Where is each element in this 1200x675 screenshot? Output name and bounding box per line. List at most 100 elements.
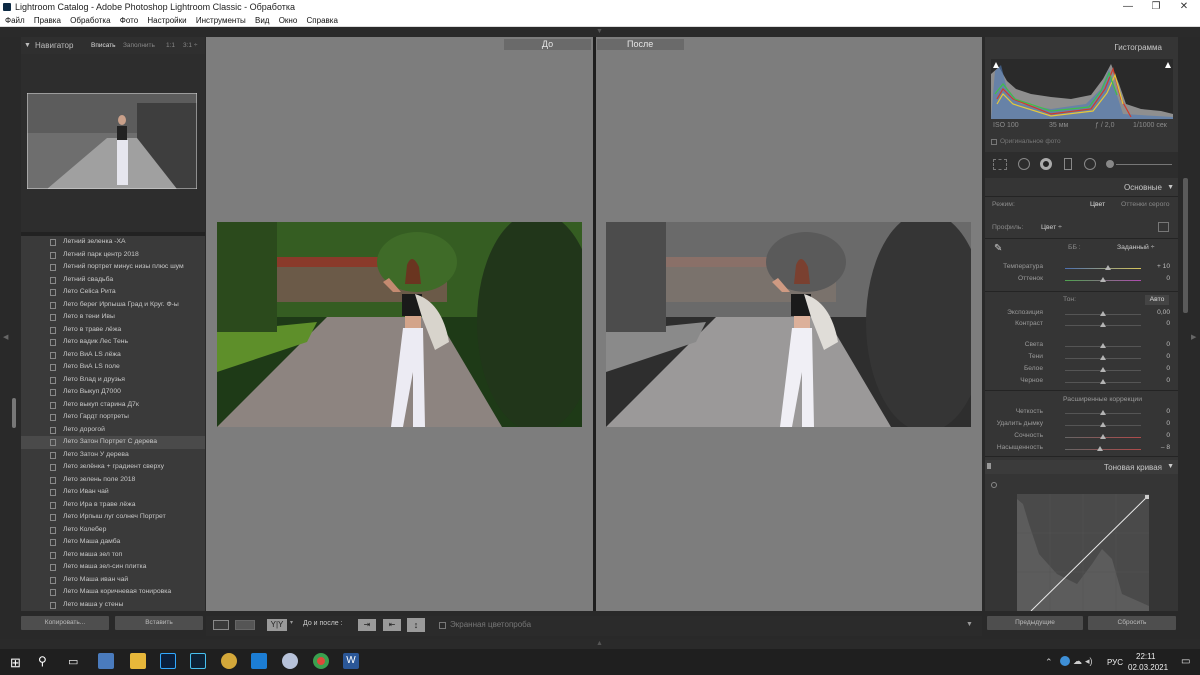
menu-develop[interactable]: Обработка [70, 16, 110, 25]
minimize-icon[interactable]: — [1115, 0, 1141, 14]
slider-knob[interactable] [1100, 322, 1106, 327]
menu-settings[interactable]: Настройки [147, 16, 186, 25]
paint-icon[interactable] [282, 653, 298, 669]
basic-collapse-icon[interactable]: ▼ [1167, 182, 1174, 194]
preset-item[interactable]: Лето Иван чай [21, 486, 205, 499]
close-icon[interactable]: ✕ [1171, 0, 1197, 14]
preset-item[interactable]: Лето в траве лёжа [21, 324, 205, 337]
profile-dropdown[interactable]: Цвет ÷ [1041, 224, 1062, 231]
menu-photo[interactable]: Фото [120, 16, 138, 25]
preset-item[interactable]: Лето Выкуп Д7000 [21, 386, 205, 399]
eyedropper-icon[interactable]: ✎ [994, 243, 1004, 257]
search-icon[interactable]: ⚲ [38, 654, 47, 668]
left-scrollbar[interactable] [12, 398, 16, 428]
left-panel-toggle-icon[interactable]: ◀ [3, 333, 8, 341]
preset-item[interactable]: Лето Ирпыш луг солнеч Портрет [21, 511, 205, 524]
side-by-side-view-icon[interactable] [235, 620, 255, 630]
target-adjust-icon[interactable] [991, 482, 997, 488]
nav-fit[interactable]: Вписать [91, 37, 116, 54]
swap-icon[interactable]: ↕ [407, 618, 425, 632]
slider-row[interactable]: Удалить дымку 0 [985, 420, 1178, 431]
preset-item[interactable]: Лето Маша иван чай [21, 574, 205, 587]
preset-item[interactable]: Лето ВиА LS лёжа [21, 349, 205, 362]
tray-app-icon[interactable] [1060, 656, 1070, 666]
preset-item[interactable]: Лето Затон У дерева [21, 449, 205, 462]
before-photo[interactable] [217, 222, 582, 427]
slider-row[interactable]: Экспозиция 0,00 [985, 309, 1178, 320]
slider-row[interactable]: Белое 0 [985, 365, 1178, 376]
preset-item[interactable]: Лето дорогой [21, 424, 205, 437]
language-indicator[interactable]: РУС [1107, 658, 1123, 667]
slider-value[interactable]: 0 [1166, 353, 1170, 360]
preset-item[interactable]: Лето Гардт портреты [21, 411, 205, 424]
after-photo[interactable] [606, 222, 971, 427]
bottom-panel-toggle-icon[interactable]: ▲ [596, 640, 603, 647]
file-explorer-icon[interactable] [130, 653, 146, 669]
slider-knob[interactable] [1104, 265, 1111, 270]
slider-knob[interactable] [1100, 367, 1106, 372]
loupe-view-icon[interactable] [213, 620, 229, 630]
mode-bw-button[interactable]: Оттенки серого [1121, 201, 1169, 208]
preset-item[interactable]: Лето маша у стены [21, 599, 205, 612]
wb-dropdown[interactable]: Заданный ÷ [1117, 244, 1154, 251]
preset-item[interactable]: Лето зелень поле 2018 [21, 474, 205, 487]
preset-item[interactable]: Лето Затон Портрет С дерева [21, 436, 205, 449]
view-mode-dropdown-icon[interactable]: ▾ [290, 619, 293, 626]
notifications-icon[interactable]: ▭ [1181, 656, 1190, 667]
preset-item[interactable]: Летний свадьба [21, 274, 205, 287]
slider-row[interactable]: Черное 0 [985, 377, 1178, 388]
slider-knob[interactable] [1100, 343, 1106, 348]
copy-before-to-after-icon[interactable]: ⇥ [358, 619, 376, 631]
preset-item[interactable]: Лето ВиА LS поле [21, 361, 205, 374]
preset-item[interactable]: Лето маша зел топ [21, 549, 205, 562]
clock-date[interactable]: 02.03.2021 [1128, 663, 1168, 672]
profile-browser-icon[interactable] [1158, 222, 1169, 232]
slider-track[interactable] [1065, 268, 1141, 269]
before-after-yy-button[interactable]: Y|Y [267, 619, 287, 631]
slider-knob[interactable] [1100, 311, 1106, 316]
radial-filter-icon[interactable] [1084, 158, 1096, 170]
panel-switch-icon[interactable] [987, 463, 991, 469]
media-player-icon[interactable] [221, 653, 237, 669]
volume-icon[interactable]: ◂) [1085, 656, 1093, 667]
graduated-filter-icon[interactable] [1064, 158, 1072, 170]
slider-row[interactable]: Оттенок 0 [985, 275, 1178, 286]
toolbar-menu-icon[interactable]: ▼ [966, 621, 973, 628]
slider-value[interactable]: 0 [1166, 320, 1170, 327]
slider-knob[interactable] [1100, 379, 1106, 384]
copy-after-to-before-icon[interactable]: ⇤ [383, 619, 401, 631]
preset-item[interactable]: Лето Маша дамба [21, 536, 205, 549]
notepad-icon[interactable] [98, 653, 114, 669]
tone-curve-header[interactable]: Тоновая кривая ▼ [985, 460, 1178, 474]
preset-item[interactable]: Лето берег Ирпыша Град и Круг. Ф-ы [21, 299, 205, 312]
navigator-header[interactable]: ▼ Навигатор Вписать Заполнить 1:1 3:1 ÷ [21, 37, 205, 54]
slider-row[interactable]: Насыщенность – 8 [985, 444, 1178, 455]
chrome-icon[interactable] [313, 653, 329, 669]
nav-3to1[interactable]: 3:1 ÷ [183, 37, 197, 54]
top-panel-toggle-icon[interactable]: ▼ [596, 28, 603, 35]
slider-value[interactable]: 0,00 [1157, 309, 1170, 316]
menu-window[interactable]: Окно [279, 16, 298, 25]
slider-track[interactable] [1065, 449, 1141, 450]
paste-button[interactable]: Вставить [115, 616, 203, 630]
preset-item[interactable]: Лето в тени Ивы [21, 311, 205, 324]
preset-item[interactable]: Лето Celica Рита [21, 286, 205, 299]
slider-row[interactable]: Света 0 [985, 341, 1178, 352]
basic-panel-title[interactable]: Основные ▼ [985, 182, 1178, 194]
preset-item[interactable]: Летний портрет минус низы плюс шум [21, 261, 205, 274]
slider-value[interactable]: 0 [1166, 341, 1170, 348]
softproof-checkbox[interactable] [439, 622, 446, 629]
slider-value[interactable]: + 10 [1157, 263, 1170, 270]
original-photo-checkbox[interactable] [991, 139, 997, 145]
preset-item[interactable]: Летний парк центр 2018 [21, 249, 205, 262]
reset-button[interactable]: Сбросить [1088, 616, 1176, 630]
slider-value[interactable]: 0 [1166, 275, 1170, 282]
auto-button[interactable]: Авто [1145, 295, 1169, 305]
previous-button[interactable]: Предыдущие [987, 616, 1083, 630]
copy-button[interactable]: Копировать... [21, 616, 109, 630]
menu-view[interactable]: Вид [255, 16, 269, 25]
menu-file[interactable]: Файл [5, 16, 25, 25]
lightroom-taskbar-icon[interactable] [190, 653, 206, 669]
brush-slider[interactable] [1106, 159, 1172, 169]
slider-knob[interactable] [1100, 410, 1106, 415]
